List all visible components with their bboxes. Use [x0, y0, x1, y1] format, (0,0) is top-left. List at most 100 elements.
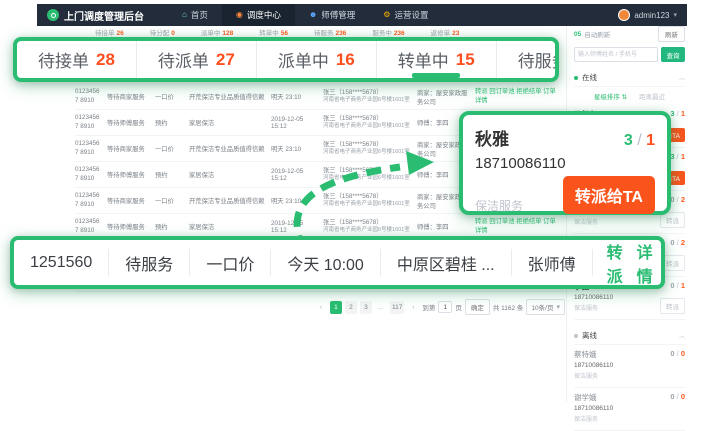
user-menu[interactable]: admin123 ▾ — [618, 9, 677, 21]
customer-name: 张三（158****5678） — [323, 141, 413, 149]
online-section-header[interactable]: 在线 ︿ — [574, 69, 685, 87]
refresh-button[interactable]: 刷新 — [658, 26, 685, 42]
master-phone: 18710086110 — [475, 155, 655, 172]
page-button[interactable]: 1 — [330, 301, 342, 314]
master-card[interactable]: 谢学娥 0 / 0 18710086110 保洁服务 — [574, 388, 685, 431]
customer-address: 河南省电子商务产业园6号楼1601室 — [323, 227, 413, 234]
chevron-up-icon[interactable]: ︿ — [679, 73, 685, 82]
stat-label: 派单中 — [201, 30, 221, 37]
price-type: 一口价 — [155, 196, 189, 205]
menu-icon: ⌂ — [182, 11, 187, 19]
top-navbar: 上门调度管理后台 ⌂ 首页 ◉ 调度中心 ☻ 师傅管理 ⚙ 运营设置 ad — [37, 4, 687, 26]
customer-address: 河南省电子商务产业园6号楼1601室 — [323, 123, 413, 130]
transfer-to-ta-button[interactable]: 转派给TA — [563, 176, 655, 214]
app-title: 上门调度管理后台 — [64, 8, 144, 23]
tab-count: 15 — [456, 50, 475, 70]
stat-label: 待接单 — [95, 30, 115, 37]
order-status: 等待商家服务 — [107, 196, 155, 205]
menu-item[interactable]: ☻ 师傅管理 — [295, 4, 369, 26]
master-search-button[interactable]: 查询 — [661, 47, 685, 62]
order-status: 等待师傅服务 — [107, 222, 155, 231]
sort-by-distance-link[interactable]: 距离最近 — [639, 91, 665, 101]
status-tab[interactable]: 派单中 16 — [257, 41, 377, 78]
stat-value: 0 — [171, 30, 175, 37]
order-status: 等待商家服务 — [107, 144, 155, 153]
online-label: 在线 — [582, 72, 597, 83]
page-button[interactable]: ‹ — [315, 301, 327, 314]
master-search-input[interactable] — [574, 47, 658, 62]
pagination: ‹ 1 2 3 ... 117 › 到第 页 确定 共 1162 条 10条/页… — [75, 299, 565, 315]
stat-value: 26 — [117, 30, 124, 37]
tab-count: 28 — [96, 50, 115, 70]
tab-label: 待服务 — [518, 47, 559, 72]
customer-cell: 张三（158****5678） 河南省电子商务产业园6号楼1601室 — [323, 219, 417, 234]
page-size-select[interactable]: 10条/页 ▾ — [526, 299, 565, 315]
service-name: 家居保洁 — [189, 170, 271, 179]
row-cell: 今天 10:00 — [271, 249, 381, 276]
status-tab[interactable]: 待派单 27 — [137, 41, 257, 78]
stat-label: 待服务 — [314, 30, 334, 37]
customer-name: 张三（158****5678） — [323, 89, 413, 97]
page-button[interactable]: 117 — [390, 301, 404, 314]
master-detail-callout: 秋雅 3 / 1 18710086110 保洁服务 转派给TA — [459, 111, 671, 215]
caret-down-icon: ▾ — [673, 11, 677, 19]
row-cell: 张师傅 — [512, 249, 593, 276]
order-ratio: 0 / 2 — [670, 195, 685, 206]
row-action-link[interactable]: 转派 — [607, 239, 623, 287]
jump-page-input[interactable] — [438, 301, 452, 313]
row-actions: 转派 详情 ⋯ — [593, 239, 665, 287]
sort-by-star-link[interactable]: 星级排序 ⇅ — [594, 91, 627, 101]
stat-value: 236 — [394, 30, 405, 37]
order-status: 等待师傅服务 — [107, 118, 155, 127]
jump-confirm-button[interactable]: 确定 — [465, 299, 490, 315]
page-button[interactable]: 3 — [360, 301, 372, 314]
master-card[interactable]: 蔡特娥 0 / 0 18710086110 保洁服务 — [574, 345, 685, 388]
jump-label: 到第 — [422, 302, 435, 312]
menu-item[interactable]: ⌂ 首页 — [168, 4, 222, 26]
page-size-value: 10条/页 — [531, 302, 553, 312]
order-row-callout[interactable]: 1251560 待服务 一口价 今天 10:00 中原区碧桂 ... 张师傅 转… — [10, 236, 665, 289]
table-row[interactable]: 01234567 8910 等待商家服务 一口价 开荒保洁专业品质值得信赖 明天… — [75, 84, 565, 110]
order-ratio: 3 / 1 — [670, 109, 685, 120]
owner-cell: 商家：屋安家政服务公司 — [417, 88, 475, 106]
row-action-link[interactable]: 详情 — [637, 239, 653, 287]
customer-cell: 张三（158****5678） 河南省电子商务产业园6号楼1601室 — [323, 141, 417, 156]
page-button[interactable]: ... — [375, 301, 387, 314]
tab-label: 待接单 — [38, 47, 89, 72]
main-menu: ⌂ 首页 ◉ 调度中心 ☻ 师傅管理 ⚙ 运营设置 — [168, 4, 442, 26]
offline-section-header[interactable]: 离线 ︿ — [574, 327, 685, 345]
row-cell: 一口价 — [190, 249, 271, 276]
master-phone: 18710086110 — [574, 405, 685, 412]
menu-label: 首页 — [191, 9, 208, 21]
status-tab[interactable]: 待服务 99 — [497, 41, 559, 78]
status-tab[interactable]: 待接单 28 — [17, 41, 137, 78]
page-button[interactable]: 2 — [345, 301, 357, 314]
menu-icon: ⚙ — [383, 11, 390, 19]
order-number: 01234567 8910 — [75, 88, 107, 104]
row-cells: 1251560 待服务 一口价 今天 10:00 中原区碧桂 ... 张师傅 — [14, 240, 593, 285]
tab-label: 待派单 — [158, 47, 209, 72]
stat-value: 128 — [222, 30, 233, 37]
status-tab[interactable]: 转单中 15 — [377, 41, 497, 78]
menu-label: 运营设置 — [394, 9, 428, 21]
row-action-links[interactable]: 转派 回订单池 拒绝结单 订单详情 — [475, 88, 565, 106]
stat-value: 23 — [452, 30, 459, 37]
offline-master-list: 蔡特娥 0 / 0 18710086110 保洁服务 谢学娥 0 / — [574, 345, 685, 431]
order-number: 01234567 8910 — [75, 140, 107, 156]
menu-item[interactable]: ⚙ 运营设置 — [369, 4, 442, 26]
row-action-links[interactable]: 转派 回订单池 拒绝结单 订单详情 — [475, 218, 565, 236]
transfer-button[interactable]: 转派 — [660, 298, 685, 314]
order-ratio: 3 / 1 — [624, 132, 655, 150]
master-name: 秋雅 — [475, 125, 509, 150]
row-cell: 待服务 — [109, 249, 190, 276]
menu-icon: ☻ — [309, 11, 317, 19]
chevron-up-icon[interactable]: ︿ — [679, 331, 685, 340]
menu-icon: ◉ — [236, 11, 243, 19]
price-type: 一口价 — [155, 92, 189, 101]
page-button[interactable]: › — [407, 301, 419, 314]
price-type: 预约 — [155, 118, 189, 127]
caret-down-icon: ▾ — [556, 303, 560, 311]
menu-item[interactable]: ◉ 调度中心 — [222, 4, 295, 26]
customer-address: 河南省电子商务产业园6号楼1601室 — [323, 97, 413, 104]
tab-count: 27 — [216, 50, 235, 70]
